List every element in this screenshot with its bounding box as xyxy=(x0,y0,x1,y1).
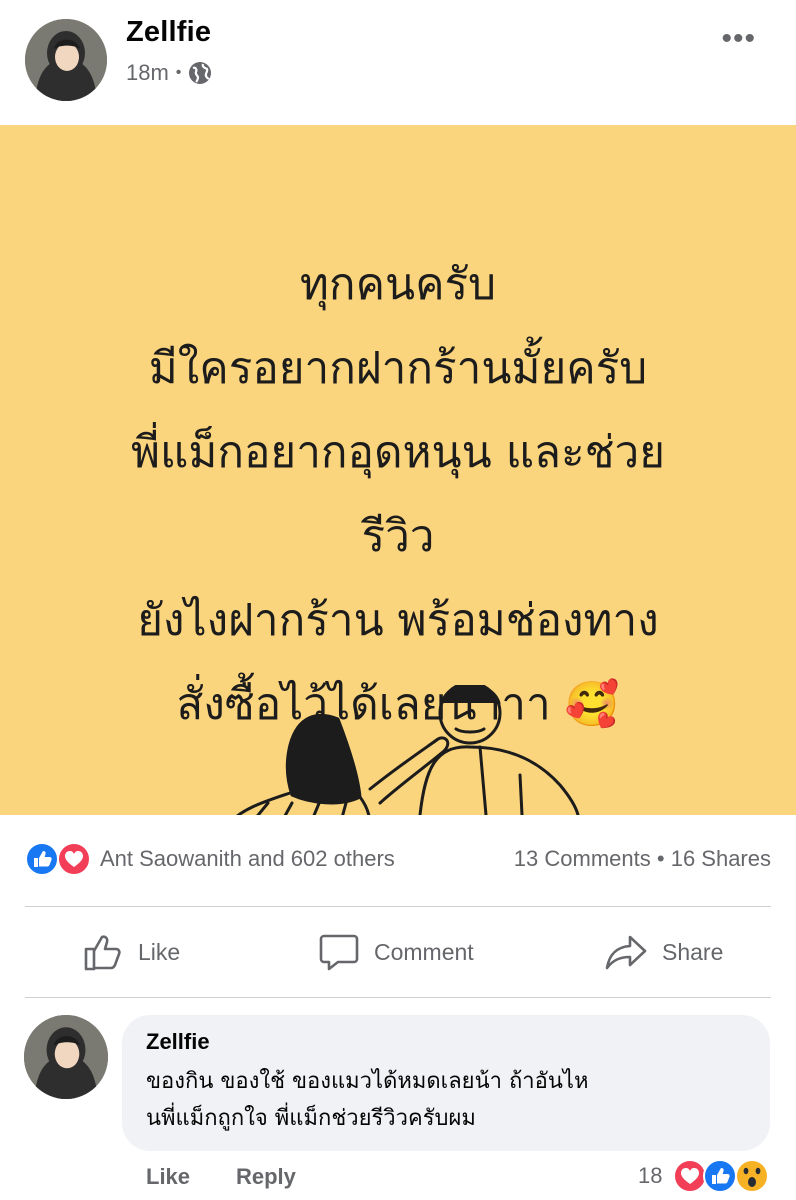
post-text: ทุกคนครับ มีใครอยากฝากร้านมั้ยครับ พี่แม… xyxy=(130,259,665,730)
reaction-names[interactable]: Ant Saowanith and 602 others xyxy=(100,846,395,872)
like-icon xyxy=(703,1159,737,1193)
meta-separator: • xyxy=(175,64,182,81)
post-time[interactable]: 18m xyxy=(126,60,169,86)
commenter-avatar[interactable] xyxy=(24,1015,108,1099)
like-icon xyxy=(25,842,59,876)
comment-text: ของกิน ของใช้ ของแมวได้หมดเลยน้า ถ้าอันไ… xyxy=(146,1069,589,1131)
comment-bubble: Zellfie ของกิน ของใช้ ของแมวได้หมดเลยน้า… xyxy=(122,1015,770,1151)
avatar-photo xyxy=(24,1015,108,1099)
comment-author-name[interactable]: Zellfie xyxy=(146,1029,210,1055)
more-options-icon[interactable]: ••• xyxy=(721,22,756,56)
comments-count[interactable]: 13 Comments xyxy=(514,846,651,871)
comment-like-link[interactable]: Like xyxy=(146,1164,190,1190)
like-label: Like xyxy=(138,938,181,965)
reaction-icons xyxy=(25,842,91,876)
author-avatar[interactable] xyxy=(25,19,107,101)
post-author-name[interactable]: Zellfie xyxy=(126,16,211,49)
divider xyxy=(25,997,771,998)
share-icon xyxy=(605,935,647,970)
comment-share-counts: 13 Comments • 16 Shares xyxy=(514,846,771,872)
shares-count[interactable]: 16 Shares xyxy=(671,846,771,871)
love-icon xyxy=(57,842,91,876)
reactions-summary[interactable]: Ant Saowanith and 602 others 13 Comments… xyxy=(25,840,771,880)
globe-icon xyxy=(189,62,212,84)
wow-icon xyxy=(735,1159,769,1193)
counts-separator: • xyxy=(656,846,665,871)
divider xyxy=(25,906,771,907)
comment-button[interactable]: Comment xyxy=(318,928,474,976)
share-label: Share xyxy=(662,938,724,965)
comment-reaction-icons[interactable] xyxy=(668,1156,778,1196)
thumbs-up-icon xyxy=(84,935,121,971)
share-button[interactable]: Share xyxy=(604,928,723,976)
post-background-card: ทุกคนครับ มีใครอยากฝากร้านมั้ยครับ พี่แม… xyxy=(0,125,796,815)
comment-reply-link[interactable]: Reply xyxy=(236,1164,296,1190)
comment-label: Comment xyxy=(374,938,474,965)
avatar-photo xyxy=(25,19,107,101)
comment-reaction-count[interactable]: 18 xyxy=(638,1163,662,1189)
comment-icon xyxy=(319,934,359,971)
love-icon xyxy=(673,1159,707,1193)
like-button[interactable]: Like xyxy=(82,928,180,976)
post-meta: 18m • xyxy=(126,60,212,86)
